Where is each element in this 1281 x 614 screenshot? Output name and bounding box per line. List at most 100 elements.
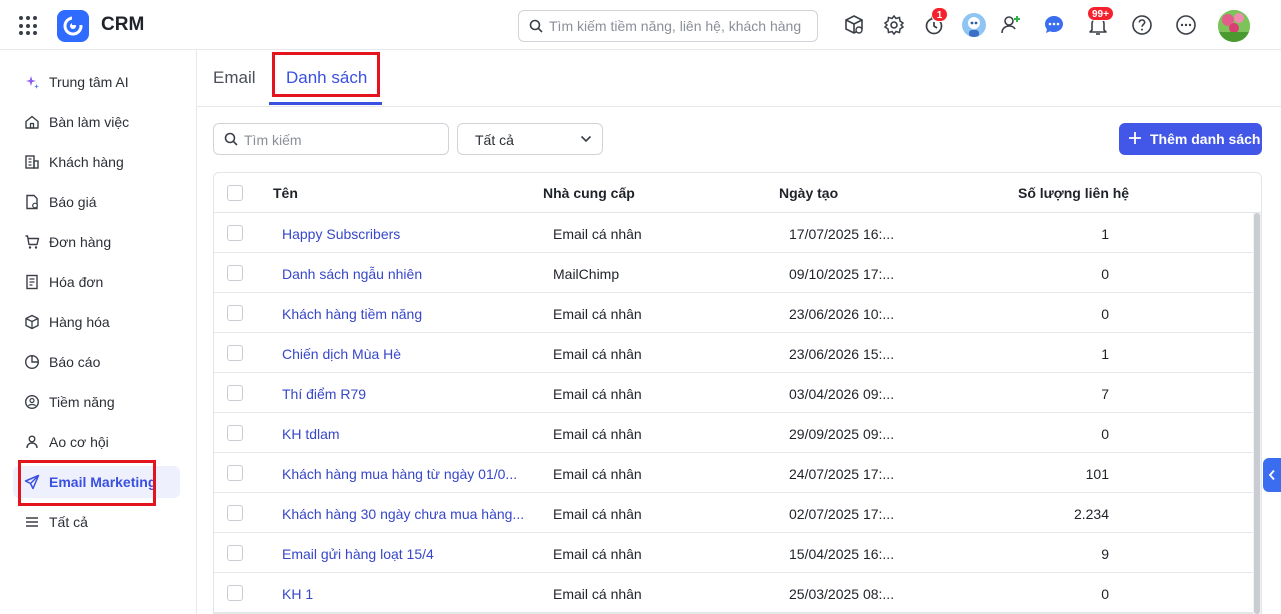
created-date-cell: 23/06/2026 15:... [789, 346, 895, 362]
sidebar-item-label: Hàng hóa [49, 314, 110, 330]
row-checkbox[interactable] [227, 265, 243, 281]
column-header-created[interactable]: Ngày tạo [779, 185, 838, 201]
filter-select[interactable]: Tất cả [457, 123, 603, 155]
table-header: Tên Nhà cung cấp Ngày tạo Số lượng liên … [214, 173, 1261, 213]
app-grid-icon[interactable] [19, 16, 39, 36]
sidebar-item-products[interactable]: Hàng hóa [13, 306, 180, 338]
quote-doc-icon [24, 194, 40, 210]
opportunity-icon [24, 434, 40, 450]
column-header-name[interactable]: Tên [273, 185, 298, 201]
sidebar-item-label: Bàn làm việc [49, 114, 130, 130]
table-row[interactable]: KH tdlam Email cá nhân 29/09/2025 09:...… [214, 413, 1254, 453]
side-panel-toggle[interactable] [1263, 458, 1281, 492]
contact-count-cell: 2.234 [1073, 506, 1109, 522]
created-date-cell: 29/09/2025 09:... [789, 426, 895, 442]
row-checkbox[interactable] [227, 585, 243, 601]
sidebar-item-ai-center[interactable]: Trung tâm AI [13, 66, 180, 98]
column-header-contacts[interactable]: Số lượng liên hệ [1018, 185, 1129, 201]
sidebar-item-invoices[interactable]: Hóa đơn [13, 266, 180, 298]
list-name-link[interactable]: Thí điểm R79 [282, 386, 366, 402]
provider-cell: Email cá nhân [553, 346, 642, 362]
menu-icon [24, 514, 40, 530]
sidebar-item-label: Đơn hàng [49, 234, 112, 250]
crm-logo-icon[interactable] [57, 10, 89, 42]
sidebar-item-reports[interactable]: Báo cáo [13, 346, 180, 378]
notification-badge: 99+ [1087, 6, 1114, 21]
created-date-cell: 09/10/2025 17:... [789, 266, 895, 282]
table-row[interactable]: Khách hàng tiềm năng Email cá nhân 23/06… [214, 293, 1254, 333]
sidebar-item-leads[interactable]: Tiềm năng [13, 386, 180, 418]
table-row[interactable]: KH 1 Email cá nhân 25/03/2025 08:... 0 [214, 573, 1254, 613]
provider-cell: MailChimp [553, 266, 620, 282]
list-name-link[interactable]: Danh sách ngẫu nhiên [282, 266, 422, 282]
list-name-link[interactable]: Khách hàng mua hàng từ ngày 01/0... [282, 466, 517, 482]
cube-search-icon[interactable] [841, 12, 867, 38]
created-date-cell: 25/03/2025 08:... [789, 586, 895, 602]
more-icon[interactable] [1173, 12, 1199, 38]
list-name-link[interactable]: Khách hàng 30 ngày chưa mua hàng... [282, 506, 524, 522]
list-name-link[interactable]: Email gửi hàng loạt 15/4 [282, 546, 434, 562]
global-search-input[interactable] [549, 16, 811, 36]
sidebar-item-workspace[interactable]: Bàn làm việc [13, 106, 180, 138]
row-checkbox[interactable] [227, 305, 243, 321]
table-row[interactable]: Danh sách ngẫu nhiên MailChimp 09/10/202… [214, 253, 1254, 293]
gear-icon[interactable] [881, 12, 907, 38]
table-row[interactable]: Email gửi hàng loạt 15/4 Email cá nhân 1… [214, 533, 1254, 573]
provider-cell: Email cá nhân [553, 466, 642, 482]
tab-email[interactable]: Email [213, 68, 256, 88]
user-avatar[interactable] [1218, 10, 1250, 42]
list-name-link[interactable]: Chiến dịch Mùa Hè [282, 346, 401, 362]
search-icon [224, 132, 238, 146]
contact-count-cell: 1 [1101, 346, 1109, 362]
list-name-link[interactable]: KH 1 [282, 586, 313, 602]
list-search-input[interactable] [244, 130, 444, 150]
sidebar-item-all[interactable]: Tất cả [13, 506, 180, 538]
top-bar: CRM 1 99+ [0, 0, 1281, 50]
provider-cell: Email cá nhân [553, 226, 642, 242]
row-checkbox[interactable] [227, 545, 243, 561]
row-checkbox[interactable] [227, 465, 243, 481]
help-icon[interactable] [1129, 12, 1155, 38]
row-checkbox[interactable] [227, 505, 243, 521]
lead-icon [24, 394, 40, 410]
list-name-link[interactable]: KH tdlam [282, 426, 340, 442]
list-name-link[interactable]: Khách hàng tiềm năng [282, 306, 422, 322]
filter-select-value: Tất cả [475, 132, 514, 148]
row-checkbox[interactable] [227, 225, 243, 241]
provider-cell: Email cá nhân [553, 306, 642, 322]
contact-count-cell: 0 [1101, 586, 1109, 602]
sidebar-item-opportunity-pool[interactable]: Ao cơ hội [13, 426, 180, 458]
table-row[interactable]: Khách hàng mua hàng từ ngày 01/0... Emai… [214, 453, 1254, 493]
lists-table: Tên Nhà cung cấp Ngày tạo Số lượng liên … [213, 172, 1262, 614]
column-header-provider[interactable]: Nhà cung cấp [543, 185, 635, 201]
sidebar-item-label: Tất cả [49, 514, 88, 530]
sidebar-item-orders[interactable]: Đơn hàng [13, 226, 180, 258]
row-checkbox[interactable] [227, 425, 243, 441]
created-date-cell: 23/06/2026 10:... [789, 306, 895, 322]
box-icon [24, 314, 40, 330]
list-search[interactable] [213, 123, 449, 155]
table-scrollbar-thumb[interactable] [1254, 213, 1260, 614]
chat-icon[interactable] [1041, 12, 1067, 38]
sidebar-item-label: Trung tâm AI [49, 74, 129, 90]
contact-count-cell: 9 [1101, 546, 1109, 562]
created-date-cell: 24/07/2025 17:... [789, 466, 895, 482]
table-row[interactable]: Chiến dịch Mùa Hè Email cá nhân 23/06/20… [214, 333, 1254, 373]
sidebar-item-customers[interactable]: Khách hàng [13, 146, 180, 178]
provider-cell: Email cá nhân [553, 546, 642, 562]
provider-cell: Email cá nhân [553, 506, 642, 522]
table-row[interactable]: Thí điểm R79 Email cá nhân 03/04/2026 09… [214, 373, 1254, 413]
global-search[interactable] [518, 10, 818, 42]
sidebar-item-label: Khách hàng [49, 154, 124, 170]
row-checkbox[interactable] [227, 345, 243, 361]
table-row[interactable]: Happy Subscribers Email cá nhân 17/07/20… [214, 213, 1254, 253]
row-checkbox[interactable] [227, 385, 243, 401]
select-all-checkbox[interactable] [227, 185, 243, 201]
sidebar-item-quotes[interactable]: Báo giá [13, 186, 180, 218]
add-contact-icon[interactable] [998, 12, 1024, 38]
list-name-link[interactable]: Happy Subscribers [282, 226, 400, 242]
contact-count-cell: 0 [1101, 306, 1109, 322]
ai-assistant-avatar[interactable] [962, 13, 986, 37]
table-row[interactable]: Khách hàng 30 ngày chưa mua hàng... Emai… [214, 493, 1254, 533]
add-list-button[interactable]: Thêm danh sách [1119, 123, 1262, 155]
